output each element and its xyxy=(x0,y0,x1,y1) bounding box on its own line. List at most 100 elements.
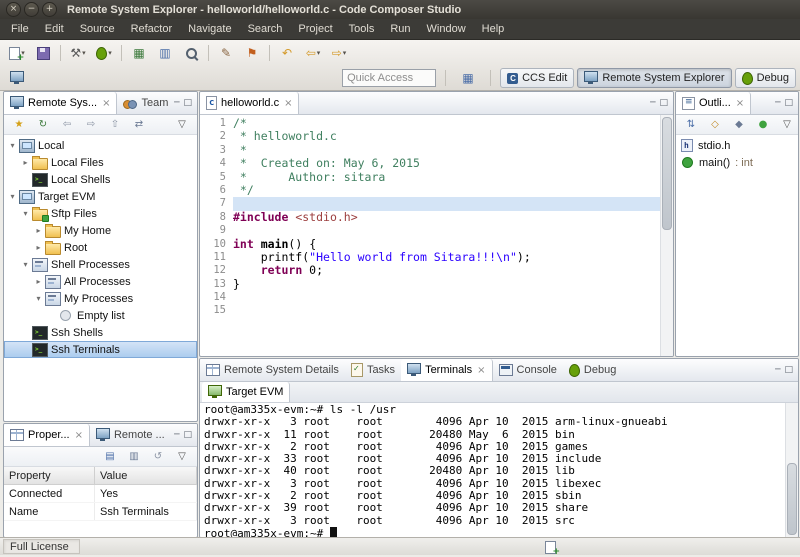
scrollbar-thumb[interactable] xyxy=(787,463,797,535)
close-tab-icon[interactable]: × xyxy=(736,98,744,109)
tab-remote-sys[interactable]: Remote Sys...× xyxy=(4,92,117,114)
perspective-debug[interactable]: Debug xyxy=(735,68,796,88)
expander-icon[interactable]: ▸ xyxy=(20,158,31,167)
show-advanced-properties-button[interactable]: ▥ xyxy=(123,448,145,466)
property-row[interactable]: ConnectedYes xyxy=(4,485,197,503)
tree-item-my-home[interactable]: ▸My Home xyxy=(4,222,197,239)
restore-defaults-button[interactable]: ↺ xyxy=(147,448,169,466)
close-button[interactable]: × xyxy=(6,2,21,17)
outline-item-stdio-h[interactable]: stdio.h xyxy=(676,137,798,154)
expander-icon[interactable]: ▸ xyxy=(33,243,44,252)
back-button[interactable]: ⇦ xyxy=(56,116,78,134)
menu-tools[interactable]: Tools xyxy=(341,21,383,37)
memory-browser-button[interactable]: ▥ xyxy=(152,42,178,64)
code-line[interactable]: 10int main() { xyxy=(200,238,661,251)
refresh-button[interactable]: ↻ xyxy=(32,116,54,134)
status-indicator-icon[interactable] xyxy=(545,541,556,554)
new-connection-button[interactable]: ★ xyxy=(8,116,30,134)
debug-button[interactable]: ▾ xyxy=(91,42,117,64)
tree-item-sftp-files[interactable]: ▾Sftp Files xyxy=(4,205,197,222)
save-button[interactable] xyxy=(30,42,56,64)
expander-icon[interactable]: ▸ xyxy=(33,277,44,286)
close-tab-icon[interactable]: × xyxy=(477,365,485,376)
show-categories-button[interactable]: ▤ xyxy=(99,448,121,466)
forward-button[interactable]: ⇨ xyxy=(80,116,102,134)
code-line[interactable]: 11 printf("Hello world from Sitara!!!\n"… xyxy=(200,251,661,264)
tree-item-ssh-shells[interactable]: Ssh Shells xyxy=(4,324,197,341)
minimize-view-button[interactable]: ─ xyxy=(775,365,780,375)
menu-source[interactable]: Source xyxy=(72,21,123,37)
tab-outli[interactable]: Outli...× xyxy=(676,92,751,114)
new-target-configuration-button[interactable]: ▦ xyxy=(126,42,152,64)
code-line[interactable]: 9 xyxy=(200,224,661,237)
tree-item-target-evm[interactable]: ▾Target EVM xyxy=(4,188,197,205)
code-editor[interactable]: 1/*2 * helloworld.c3 *4 * Created on: Ma… xyxy=(200,115,673,356)
back-button[interactable]: ⇦▾ xyxy=(300,42,326,64)
menu-edit[interactable]: Edit xyxy=(37,21,72,37)
minimize-view-button[interactable]: ─ xyxy=(650,98,655,108)
link-with-editor-button[interactable]: ⇄ xyxy=(128,116,150,134)
code-line[interactable]: 1/* xyxy=(200,117,661,130)
tab-target-evm[interactable]: Target EVM xyxy=(202,382,290,402)
menu-refactor[interactable]: Refactor xyxy=(123,21,181,37)
menu-window[interactable]: Window xyxy=(419,21,474,37)
tab-helloworld-c[interactable]: helloworld.c× xyxy=(200,92,299,114)
menu-navigate[interactable]: Navigate xyxy=(180,21,239,37)
search-button[interactable] xyxy=(178,42,204,64)
perspective-ccs-edit[interactable]: CCS Edit xyxy=(500,68,574,88)
maximize-view-button[interactable]: □ xyxy=(784,98,793,108)
code-line[interactable]: 6 */ xyxy=(200,184,661,197)
scrollbar-thumb[interactable] xyxy=(662,117,672,230)
code-line[interactable]: 2 * helloworld.c xyxy=(200,130,661,143)
editor-vertical-scrollbar[interactable] xyxy=(660,115,673,356)
minimize-view-button[interactable]: ─ xyxy=(174,430,179,440)
new-button[interactable]: ▾ xyxy=(4,42,30,64)
close-tab-icon[interactable]: × xyxy=(75,430,83,441)
hide-static-members-button[interactable]: ◆ xyxy=(728,116,750,134)
menu-run[interactable]: Run xyxy=(382,21,418,37)
menu-help[interactable]: Help xyxy=(474,21,513,37)
tab-debug[interactable]: Debug xyxy=(563,359,622,381)
menu-file[interactable]: File xyxy=(3,21,37,37)
minimize-button[interactable]: − xyxy=(24,2,39,17)
tab-team[interactable]: Team xyxy=(117,92,174,114)
maximize-view-button[interactable]: □ xyxy=(183,430,192,440)
column-header-property[interactable]: Property xyxy=(4,467,95,485)
last-edit-location-button[interactable]: ↶ xyxy=(274,42,300,64)
up-button[interactable]: ⇧ xyxy=(104,116,126,134)
maximize-view-button[interactable]: □ xyxy=(659,98,668,108)
view-menu-button[interactable]: ▽ xyxy=(171,448,193,466)
tree-item-root[interactable]: ▸Root xyxy=(4,239,197,256)
edit-button[interactable]: ✎ xyxy=(213,42,239,64)
code-line[interactable]: 4 * Created on: May 6, 2015 xyxy=(200,157,661,170)
maximize-button[interactable]: + xyxy=(42,2,57,17)
terminal-prompt-line[interactable]: root@am335x-evm:~# xyxy=(204,527,794,537)
tree-item-local-files[interactable]: ▸Local Files xyxy=(4,154,197,171)
sort-button[interactable]: ⇅ xyxy=(680,116,702,134)
tab-remote-system-details[interactable]: Remote System Details xyxy=(200,359,345,381)
code-line[interactable]: 5 * Author: sitara xyxy=(200,171,661,184)
column-header-value[interactable]: Value xyxy=(95,467,197,485)
perspective-remote-system-explorer[interactable]: Remote System Explorer xyxy=(577,68,731,88)
open-perspective-button[interactable]: ▦ xyxy=(455,67,481,89)
code-line[interactable]: 13} xyxy=(200,278,661,291)
hide-fields-button[interactable]: ◇ xyxy=(704,116,726,134)
code-line[interactable]: 3 * xyxy=(200,144,661,157)
tab-proper[interactable]: Proper...× xyxy=(4,424,90,446)
close-tab-icon[interactable]: × xyxy=(284,98,292,109)
bookmark-button[interactable]: ⚑ xyxy=(239,42,265,64)
menu-project[interactable]: Project xyxy=(290,21,340,37)
tab-remote[interactable]: Remote ... xyxy=(90,424,171,446)
minimize-view-button[interactable]: ─ xyxy=(775,98,780,108)
tree-item-all-processes[interactable]: ▸All Processes xyxy=(4,273,197,290)
menu-search[interactable]: Search xyxy=(240,21,291,37)
maximize-view-button[interactable]: □ xyxy=(183,98,192,108)
tree-item-local[interactable]: ▾Local xyxy=(4,137,197,154)
tab-tasks[interactable]: Tasks xyxy=(345,359,401,381)
code-line[interactable]: 12 return 0; xyxy=(200,264,661,277)
close-tab-icon[interactable]: × xyxy=(102,98,110,109)
view-menu-button[interactable]: ▽ xyxy=(171,116,193,134)
outline-item-main[interactable]: main() : int xyxy=(676,154,798,171)
expander-icon[interactable]: ▾ xyxy=(20,260,31,269)
tab-console[interactable]: Console xyxy=(493,359,563,381)
